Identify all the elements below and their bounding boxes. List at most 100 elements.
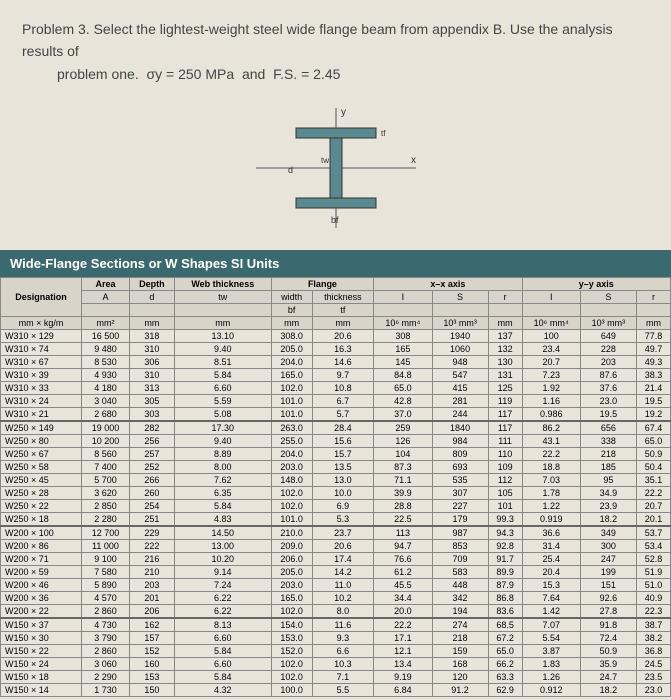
cell-Iy: 23.4 [522,343,580,356]
table-title: Wide-Flange Sections or W Shapes SI Unit… [0,250,671,277]
cell-d: W150 × 30 [1,632,82,645]
cell-dep: 201 [129,592,174,605]
table-row: W310 × 394 9303105.84165.09.784.85471317… [1,369,671,382]
cell-bf: 101.0 [271,513,312,527]
cell-tw: 5.08 [174,408,271,422]
cell-Ix: 308 [374,330,432,343]
cell-bf: 165.0 [271,592,312,605]
cell-tw: 7.62 [174,474,271,487]
cell-Sy: 18.2 [580,684,636,697]
cell-bf: 101.0 [271,408,312,422]
cell-ry: 20.7 [636,500,670,513]
cell-rx: 92.8 [488,540,522,553]
table-row: W150 × 141 7301504.32100.05.56.8491.262.… [1,684,671,697]
cell-tf: 5.5 [312,684,374,697]
cell-Ix: 9.19 [374,671,432,684]
table-row: W250 × 283 6202606.35102.010.039.9307105… [1,487,671,500]
cell-Iy: 7.23 [522,369,580,382]
cell-A: 9 480 [82,343,130,356]
cell-Sy: 37.6 [580,382,636,395]
cell-bf: 255.0 [271,435,312,448]
cell-bf: 102.0 [271,500,312,513]
cell-d: W150 × 14 [1,684,82,697]
table-row: W150 × 182 2901535.84102.07.19.1912063.3… [1,671,671,684]
problem-statement: Problem 3. Select the lightest-weight st… [0,0,671,95]
cell-Sx: 120 [432,671,488,684]
cell-dep: 251 [129,513,174,527]
cell-tw: 6.22 [174,592,271,605]
cell-Sy: 87.6 [580,369,636,382]
cell-tw: 8.13 [174,618,271,632]
cell-rx: 89.9 [488,566,522,579]
cell-rx: 119 [488,395,522,408]
cell-dep: 260 [129,487,174,500]
unit-Iy: 10⁶ mm⁴ [522,317,580,330]
table-row: W310 × 12916 50031813.10308.020.63081940… [1,330,671,343]
table-row: W250 × 8010 2002569.40255.015.6126984111… [1,435,671,448]
cell-rx: 109 [488,461,522,474]
cell-ry: 52.8 [636,553,670,566]
cell-A: 5 890 [82,579,130,592]
cell-ry: 38.7 [636,618,670,632]
cell-Iy: 1.42 [522,605,580,619]
cell-tf: 20.6 [312,540,374,553]
cell-tf: 23.7 [312,526,374,540]
cell-Sy: 95 [580,474,636,487]
cell-Ix: 104 [374,448,432,461]
cell-dep: 160 [129,658,174,671]
cell-Sy: 19.5 [580,408,636,422]
hdr-ry: r [636,291,670,304]
cell-Sx: 244 [432,408,488,422]
cell-A: 1 730 [82,684,130,697]
table-row: W150 × 303 7901576.60153.09.317.121867.2… [1,632,671,645]
cell-tf: 17.4 [312,553,374,566]
hdr-Ix: I [374,291,432,304]
cell-Iy: 0.912 [522,684,580,697]
cell-A: 10 200 [82,435,130,448]
cell-d: W250 × 80 [1,435,82,448]
table-row: W250 × 678 5602578.89204.015.71048091102… [1,448,671,461]
cell-dep: 310 [129,369,174,382]
cell-d: W310 × 39 [1,369,82,382]
cell-Ix: 39.9 [374,487,432,500]
cell-ry: 21.4 [636,382,670,395]
cell-A: 8 560 [82,448,130,461]
cell-dep: 206 [129,605,174,619]
cell-tw: 6.22 [174,605,271,619]
unit-tw: mm [174,317,271,330]
cell-dep: 256 [129,435,174,448]
bf-label: bf [331,215,339,225]
cell-Sy: 23.9 [580,500,636,513]
cell-bf: 308.0 [271,330,312,343]
cell-A: 4 180 [82,382,130,395]
cell-A: 5 700 [82,474,130,487]
cell-A: 9 100 [82,553,130,566]
cell-bf: 210.0 [271,526,312,540]
cell-Sx: 415 [432,382,488,395]
cell-tw: 9.40 [174,435,271,448]
cell-Iy: 15.3 [522,579,580,592]
cell-Sy: 247 [580,553,636,566]
unit-ry: mm [636,317,670,330]
cell-Sx: 1840 [432,421,488,435]
cell-tw: 8.51 [174,356,271,369]
cell-ry: 40.9 [636,592,670,605]
table-row: W200 × 465 8902037.24203.011.045.544887.… [1,579,671,592]
cell-d: W250 × 18 [1,513,82,527]
cell-Sx: 281 [432,395,488,408]
cell-rx: 101 [488,500,522,513]
cell-Iy: 20.4 [522,566,580,579]
table-row: W310 × 212 6803035.08101.05.737.02441170… [1,408,671,422]
cell-ry: 49.7 [636,343,670,356]
and-text: and [242,66,265,82]
cell-d: W310 × 74 [1,343,82,356]
cell-bf: 203.0 [271,461,312,474]
cell-d: W150 × 18 [1,671,82,684]
cell-tf: 5.3 [312,513,374,527]
cell-bf: 102.0 [271,605,312,619]
cell-Ix: 6.84 [374,684,432,697]
cell-Sx: 194 [432,605,488,619]
cell-tw: 4.83 [174,513,271,527]
cell-Sy: 338 [580,435,636,448]
cell-rx: 83.6 [488,605,522,619]
